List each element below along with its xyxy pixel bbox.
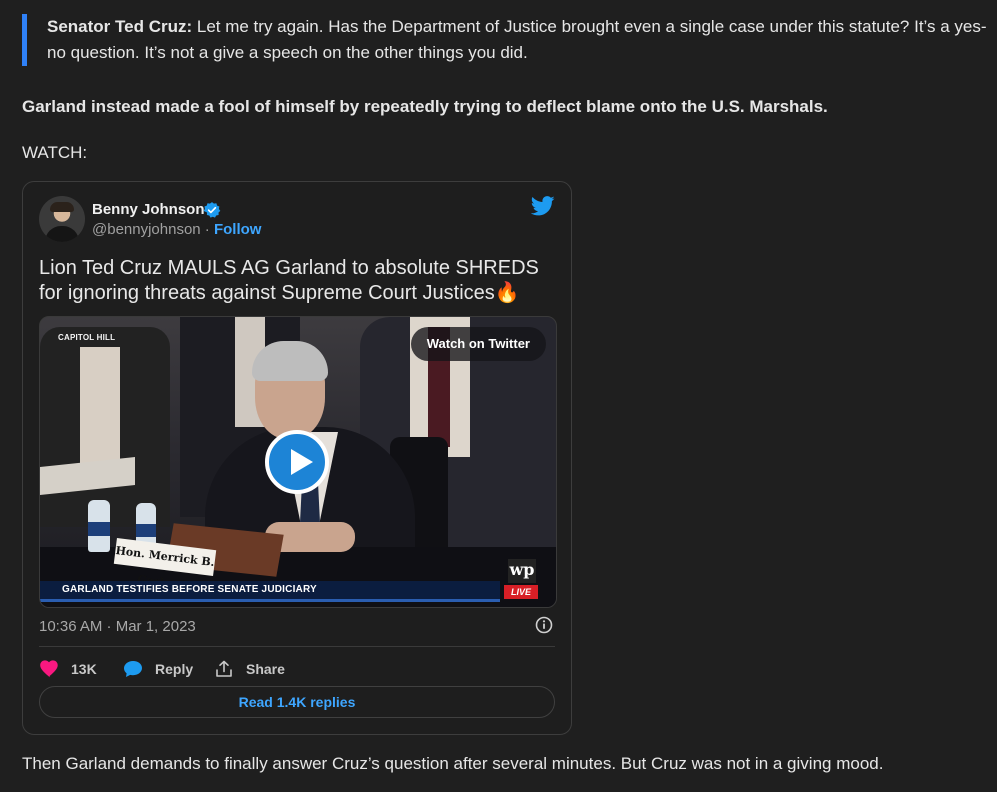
author-handle-row: @bennyjohnson · Follow — [92, 221, 261, 238]
avatar-hair — [50, 202, 74, 212]
corner-tag: CAPITOL HILL — [58, 333, 116, 342]
like-count: 13K — [71, 661, 97, 677]
blockquote: Senator Ted Cruz: Let me try again. Has … — [22, 14, 997, 66]
share-button[interactable]: Share — [214, 657, 294, 681]
divider — [39, 646, 555, 647]
tweet-timestamp[interactable]: 10:36 AM · Mar 1, 2023 — [39, 618, 196, 635]
chyron-banner: GARLAND TESTIFIES BEFORE SENATE JUDICIAR… — [40, 581, 500, 599]
water-bottle-label — [136, 524, 156, 537]
avatar-body — [45, 226, 79, 242]
heart-icon — [40, 660, 58, 678]
bold-paragraph: Garland instead made a fool of himself b… — [22, 97, 828, 116]
reply-label: Reply — [155, 661, 194, 677]
share-icon — [216, 660, 232, 677]
read-replies-button[interactable]: Read 1.4K replies — [39, 686, 555, 718]
tweet-text: Lion Ted Cruz MAULS AG Garland to absolu… — [39, 257, 539, 304]
handle-separator: · — [200, 221, 214, 238]
reply-bubble-icon — [124, 661, 142, 677]
twitter-bird-icon[interactable] — [530, 196, 555, 221]
share-label: Share — [246, 661, 285, 677]
chyron-accent-bar — [40, 599, 500, 602]
play-icon — [291, 449, 313, 475]
speaker-hair — [252, 341, 328, 381]
water-bottle-label — [88, 522, 110, 536]
article-page: Senator Ted Cruz: Let me try again. Has … — [0, 0, 997, 792]
embedded-tweet[interactable]: Benny Johnson @bennyjohnson · Follow Lio… — [22, 181, 572, 735]
watch-label: WATCH: — [22, 143, 88, 162]
reply-button[interactable]: Reply — [123, 657, 203, 681]
author-name[interactable]: Benny Johnson — [92, 201, 205, 218]
author-handle[interactable]: @bennyjohnson — [92, 221, 201, 238]
info-icon[interactable] — [535, 616, 553, 639]
background-shirt-left — [80, 347, 120, 467]
watch-on-twitter-button[interactable]: Watch on Twitter — [410, 327, 546, 361]
bottom-paragraph: Then Garland demands to finally answer C… — [22, 754, 884, 773]
play-button[interactable] — [265, 430, 329, 494]
video-player[interactable]: Hon. Merrick B. Garland CAPITOL HILL Wat… — [39, 316, 557, 608]
like-button[interactable]: 13K — [39, 657, 109, 681]
live-badge: LIVE — [504, 585, 538, 599]
quote-speaker: Senator Ted Cruz: — [47, 17, 193, 36]
news-logo: wp — [508, 559, 536, 583]
follow-link[interactable]: Follow — [214, 221, 262, 238]
author-avatar[interactable] — [39, 196, 85, 242]
